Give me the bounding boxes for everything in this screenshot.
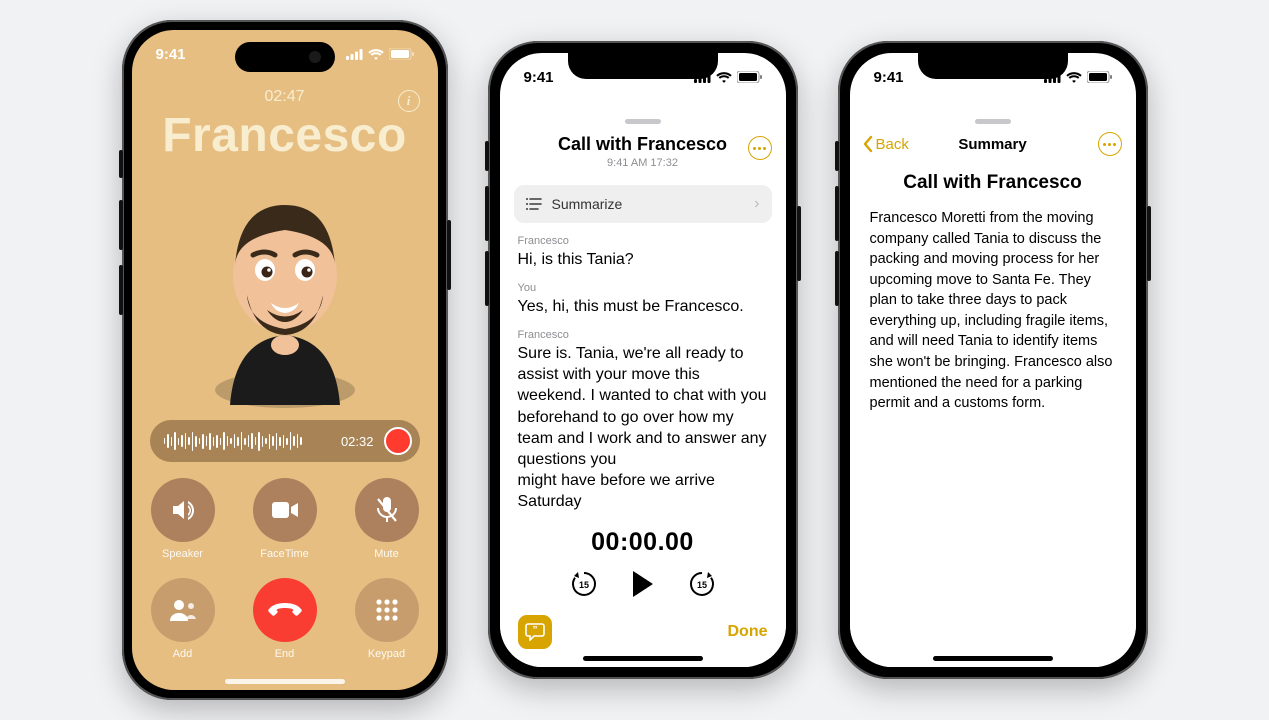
mute-label: Mute [374, 548, 398, 560]
keypad-icon [375, 598, 399, 622]
transcript-speaker: You [518, 282, 768, 294]
speaker-button[interactable]: Speaker [151, 478, 215, 560]
playback-time: 00:00.00 [500, 528, 786, 557]
chevron-left-icon [862, 135, 873, 153]
phone-summary-screen: 9:41 Back Summary Call with Francesco Fr… [838, 41, 1148, 679]
nav-title: Summary [958, 136, 1026, 153]
battery-icon [737, 71, 762, 83]
call-controls: Speaker FaceTime Mute Add End Keypad [132, 478, 438, 660]
svg-text:15: 15 [696, 580, 706, 590]
transcript-text: Sure is. Tania, we're all ready to assis… [518, 343, 768, 512]
add-label: Add [173, 648, 193, 660]
caller-name: Francesco [132, 108, 438, 163]
more-options-button[interactable] [748, 136, 772, 160]
record-button[interactable] [384, 427, 412, 455]
mute-button[interactable]: Mute [355, 478, 419, 560]
skip-forward-button[interactable]: 15 [687, 569, 717, 599]
summarize-list-icon [526, 197, 542, 211]
summary-sheet: Back Summary Call with Francesco Frances… [850, 111, 1136, 667]
status-time: 9:41 [874, 69, 904, 86]
phone-transcript-screen: 9:41 Call with Francesco 9:41 AM 17:32 S… [488, 41, 798, 679]
add-person-icon [168, 597, 198, 623]
back-label: Back [876, 136, 909, 153]
dynamic-island [235, 42, 335, 72]
wifi-icon [368, 49, 384, 60]
status-time: 9:41 [156, 46, 186, 63]
facetime-label: FaceTime [260, 548, 309, 560]
audio-player: 00:00.00 15 15 [500, 524, 786, 607]
svg-text:15: 15 [578, 580, 588, 590]
battery-icon [1087, 71, 1112, 83]
wifi-icon [1066, 72, 1082, 83]
keypad-button[interactable]: Keypad [355, 578, 419, 660]
chevron-right-icon: › [754, 195, 759, 213]
summarize-label: Summarize [552, 196, 623, 212]
transcript-speaker: Francesco [518, 329, 768, 341]
transcript-title: Call with Francesco [518, 134, 768, 155]
phone-call-screen: 9:41 i 02:47 Francesco [122, 20, 448, 700]
home-indicator[interactable] [933, 656, 1053, 661]
audio-waveform-icon [164, 431, 331, 451]
transcript-text: Yes, hi, this must be Francesco. [518, 296, 768, 317]
more-options-button[interactable] [1098, 132, 1122, 156]
play-button[interactable] [633, 571, 653, 597]
transcript-sheet: Call with Francesco 9:41 AM 17:32 Summar… [500, 111, 786, 667]
transcript-body[interactable]: Francesco Hi, is this Tania? You Yes, hi… [500, 223, 786, 524]
done-button[interactable]: Done [728, 623, 768, 641]
cellular-signal-icon [346, 49, 363, 60]
facetime-button[interactable]: FaceTime [253, 478, 317, 560]
svg-text:”: ” [532, 625, 537, 636]
summarize-button[interactable]: Summarize › [514, 185, 772, 223]
end-call-button[interactable]: End [253, 578, 317, 660]
notch [568, 53, 718, 79]
summary-text: Francesco Moretti from the moving compan… [870, 208, 1116, 414]
contact-memoji [195, 195, 375, 415]
transcript-text: Hi, is this Tania? [518, 249, 768, 270]
keypad-label: Keypad [368, 648, 405, 660]
transcript-subtitle: 9:41 AM 17:32 [518, 157, 768, 169]
skip-back-button[interactable]: 15 [569, 569, 599, 599]
notch [918, 53, 1068, 79]
mute-microphone-icon [375, 496, 399, 524]
home-indicator[interactable] [583, 656, 703, 661]
battery-icon [389, 48, 414, 60]
wifi-icon [716, 72, 732, 83]
speaker-icon [169, 496, 197, 524]
quote-highlight-button[interactable]: ” [518, 615, 552, 649]
back-button[interactable]: Back [862, 135, 909, 153]
add-button[interactable]: Add [151, 578, 215, 660]
quote-bubble-icon: ” [525, 623, 545, 641]
call-duration: 02:47 [132, 88, 438, 106]
speaker-label: Speaker [162, 548, 203, 560]
transcript-speaker: Francesco [518, 235, 768, 247]
end-call-icon [268, 603, 302, 617]
status-time: 9:41 [524, 69, 554, 86]
summary-heading: Call with Francesco [870, 172, 1116, 194]
recording-duration: 02:32 [341, 434, 374, 449]
end-label: End [275, 648, 295, 660]
home-indicator[interactable] [225, 679, 345, 684]
video-camera-icon [271, 500, 299, 520]
recording-pill[interactable]: 02:32 [150, 420, 420, 462]
